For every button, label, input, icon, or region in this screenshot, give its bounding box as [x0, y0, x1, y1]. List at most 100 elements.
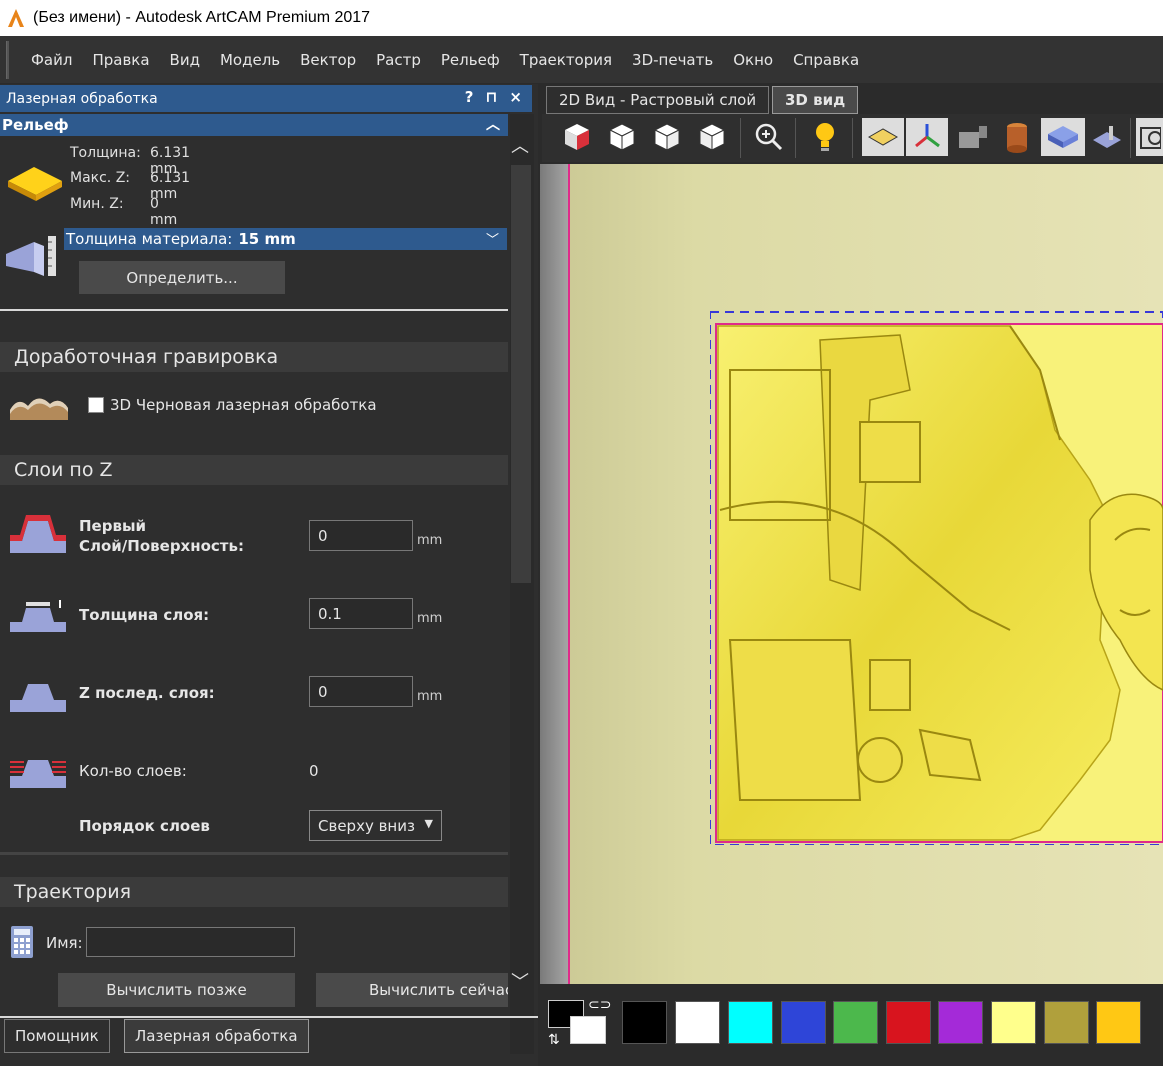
- toolbar-separator-3: [852, 118, 853, 158]
- swap-colors-icon[interactable]: ⇅: [548, 1032, 560, 1048]
- menu-toolpath[interactable]: Траектория: [510, 51, 622, 69]
- thickness-row: Толщина: 6.131 mm: [70, 145, 190, 177]
- finishing-title: Доработочная гравировка: [0, 342, 508, 372]
- terrain-icon: [8, 390, 70, 428]
- toolpath-name-input[interactable]: [86, 927, 295, 957]
- reset-view-icon[interactable]: [1136, 118, 1163, 156]
- palette-blue[interactable]: [781, 1001, 826, 1044]
- first-layer-input[interactable]: 0: [309, 520, 413, 551]
- plane-icon[interactable]: [862, 118, 904, 156]
- maxz-row: Макс. Z: 6.131 mm: [70, 170, 190, 202]
- tab-laser[interactable]: Лазерная обработка: [124, 1019, 309, 1053]
- menu-view[interactable]: Вид: [160, 51, 210, 69]
- palette-olive[interactable]: [1044, 1001, 1089, 1044]
- menu-file[interactable]: Файл: [21, 51, 82, 69]
- last-layer-unit: mm: [417, 689, 443, 704]
- view-top-icon[interactable]: [603, 118, 641, 156]
- relief-section-header[interactable]: Рельеф ︿: [0, 114, 508, 136]
- palette-white[interactable]: [675, 1001, 720, 1044]
- material-value: 15 mm: [238, 230, 296, 248]
- layer-thickness-unit: mm: [417, 611, 443, 626]
- help-icon[interactable]: ?: [465, 88, 474, 106]
- menu-grip[interactable]: [6, 40, 9, 79]
- rough-checkbox[interactable]: [88, 397, 104, 413]
- menu-3d-print[interactable]: 3D-печать: [622, 51, 723, 69]
- section-icon[interactable]: [1088, 118, 1126, 156]
- material-label: Толщина материала:: [66, 230, 233, 248]
- view-side-icon[interactable]: [693, 118, 731, 156]
- panel-title: Лазерная обработка: [6, 90, 158, 107]
- layer-order-select[interactable]: Сверху вниз ▼: [309, 810, 442, 841]
- name-label: Имя:: [46, 934, 83, 952]
- palette-red[interactable]: [886, 1001, 931, 1044]
- view-front-icon[interactable]: [648, 118, 686, 156]
- divider-2: [0, 852, 508, 855]
- layer-order-label: Порядок слоев: [79, 817, 210, 835]
- secondary-color-swatch[interactable]: [570, 1016, 606, 1044]
- shade-icon[interactable]: [1041, 118, 1085, 156]
- menu-model[interactable]: Модель: [210, 51, 290, 69]
- layer-count-label: Кол-во слоев:: [79, 762, 187, 780]
- menu-window[interactable]: Окно: [723, 51, 783, 69]
- toolpath-title: Траектория: [0, 877, 508, 907]
- scroll-down-icon[interactable]: ﹀: [511, 968, 529, 994]
- viewport-left-edge: [540, 164, 570, 984]
- artcam-logo-icon: [5, 7, 27, 29]
- axes-icon[interactable]: [906, 118, 948, 156]
- material-icon[interactable]: [998, 118, 1036, 156]
- palette-gold[interactable]: [1096, 1001, 1141, 1044]
- material-boundary-line: [568, 164, 570, 984]
- first-layer-label: Первый Слой/Поверхность:: [79, 517, 244, 555]
- palette-green[interactable]: [833, 1001, 878, 1044]
- palette-cyan[interactable]: [728, 1001, 773, 1044]
- material-thickness-dropdown[interactable]: Толщина материала: 15 mm ﹀: [64, 228, 507, 250]
- zlayers-title: Слои по Z: [0, 455, 508, 485]
- menu-edit[interactable]: Правка: [82, 51, 159, 69]
- relief-icon: [6, 163, 64, 207]
- scroll-up-icon[interactable]: ︿: [511, 132, 529, 158]
- first-layer-unit: mm: [417, 533, 443, 548]
- view-iso-icon[interactable]: [558, 118, 596, 156]
- dropdown-chevron-icon[interactable]: ﹀: [486, 229, 499, 248]
- window-title: (Без имени) - Autodesk ArtCAM Premium 20…: [33, 9, 371, 26]
- collapse-chevron-icon[interactable]: ︿: [486, 114, 500, 134]
- toolbar-separator-4: [1130, 118, 1131, 158]
- calculate-now-button[interactable]: Вычислить сейчас: [316, 973, 508, 1007]
- tab-assistant[interactable]: Помощник: [4, 1019, 110, 1053]
- scrollbar-thumb[interactable]: [511, 165, 531, 583]
- toolbar-separator: [740, 118, 741, 158]
- thickness-label: Толщина:: [70, 145, 141, 161]
- layer-thickness-input[interactable]: 0.1: [309, 598, 413, 629]
- divider: [0, 309, 508, 311]
- layer-thickness-icon: [8, 598, 68, 638]
- menu-help[interactable]: Справка: [783, 51, 869, 69]
- link-colors-icon[interactable]: ⊂⊃: [588, 997, 611, 1013]
- first-layer-icon: [8, 513, 68, 559]
- minz-label: Мин. Z:: [70, 196, 124, 212]
- bottom-tab-line: [0, 1016, 538, 1018]
- layer-thickness-label: Толщина слоя:: [79, 606, 210, 624]
- relief-header-label: Рельеф: [2, 116, 69, 134]
- zoom-icon[interactable]: [750, 118, 788, 156]
- toolbar-separator-2: [795, 118, 796, 158]
- menu-bitmap[interactable]: Растр: [366, 51, 431, 69]
- title-bar: (Без имени) - Autodesk ArtCAM Premium 20…: [0, 0, 1163, 36]
- define-button[interactable]: Определить...: [79, 261, 285, 294]
- last-layer-label: Z послед. слоя:: [79, 684, 215, 702]
- palette-light-yellow[interactable]: [991, 1001, 1036, 1044]
- tab-3d-view[interactable]: 3D вид: [772, 86, 859, 114]
- menu-relief[interactable]: Рельеф: [431, 51, 510, 69]
- close-icon[interactable]: ×: [509, 88, 522, 106]
- last-layer-input[interactable]: 0: [309, 676, 413, 707]
- calculate-later-button[interactable]: Вычислить позже: [58, 973, 295, 1007]
- layer-order-value: Сверху вниз: [318, 816, 415, 835]
- tab-2d-view[interactable]: 2D Вид - Растровый слой: [546, 86, 770, 114]
- menu-vector[interactable]: Вектор: [290, 51, 366, 69]
- model-icon[interactable]: [954, 118, 992, 156]
- palette-black[interactable]: [622, 1001, 667, 1044]
- material-thickness-icon: [4, 232, 62, 286]
- palette-purple[interactable]: [938, 1001, 983, 1044]
- light-icon[interactable]: [806, 118, 844, 156]
- relief-model[interactable]: [709, 310, 1163, 846]
- pin-icon[interactable]: ⊓: [485, 88, 497, 106]
